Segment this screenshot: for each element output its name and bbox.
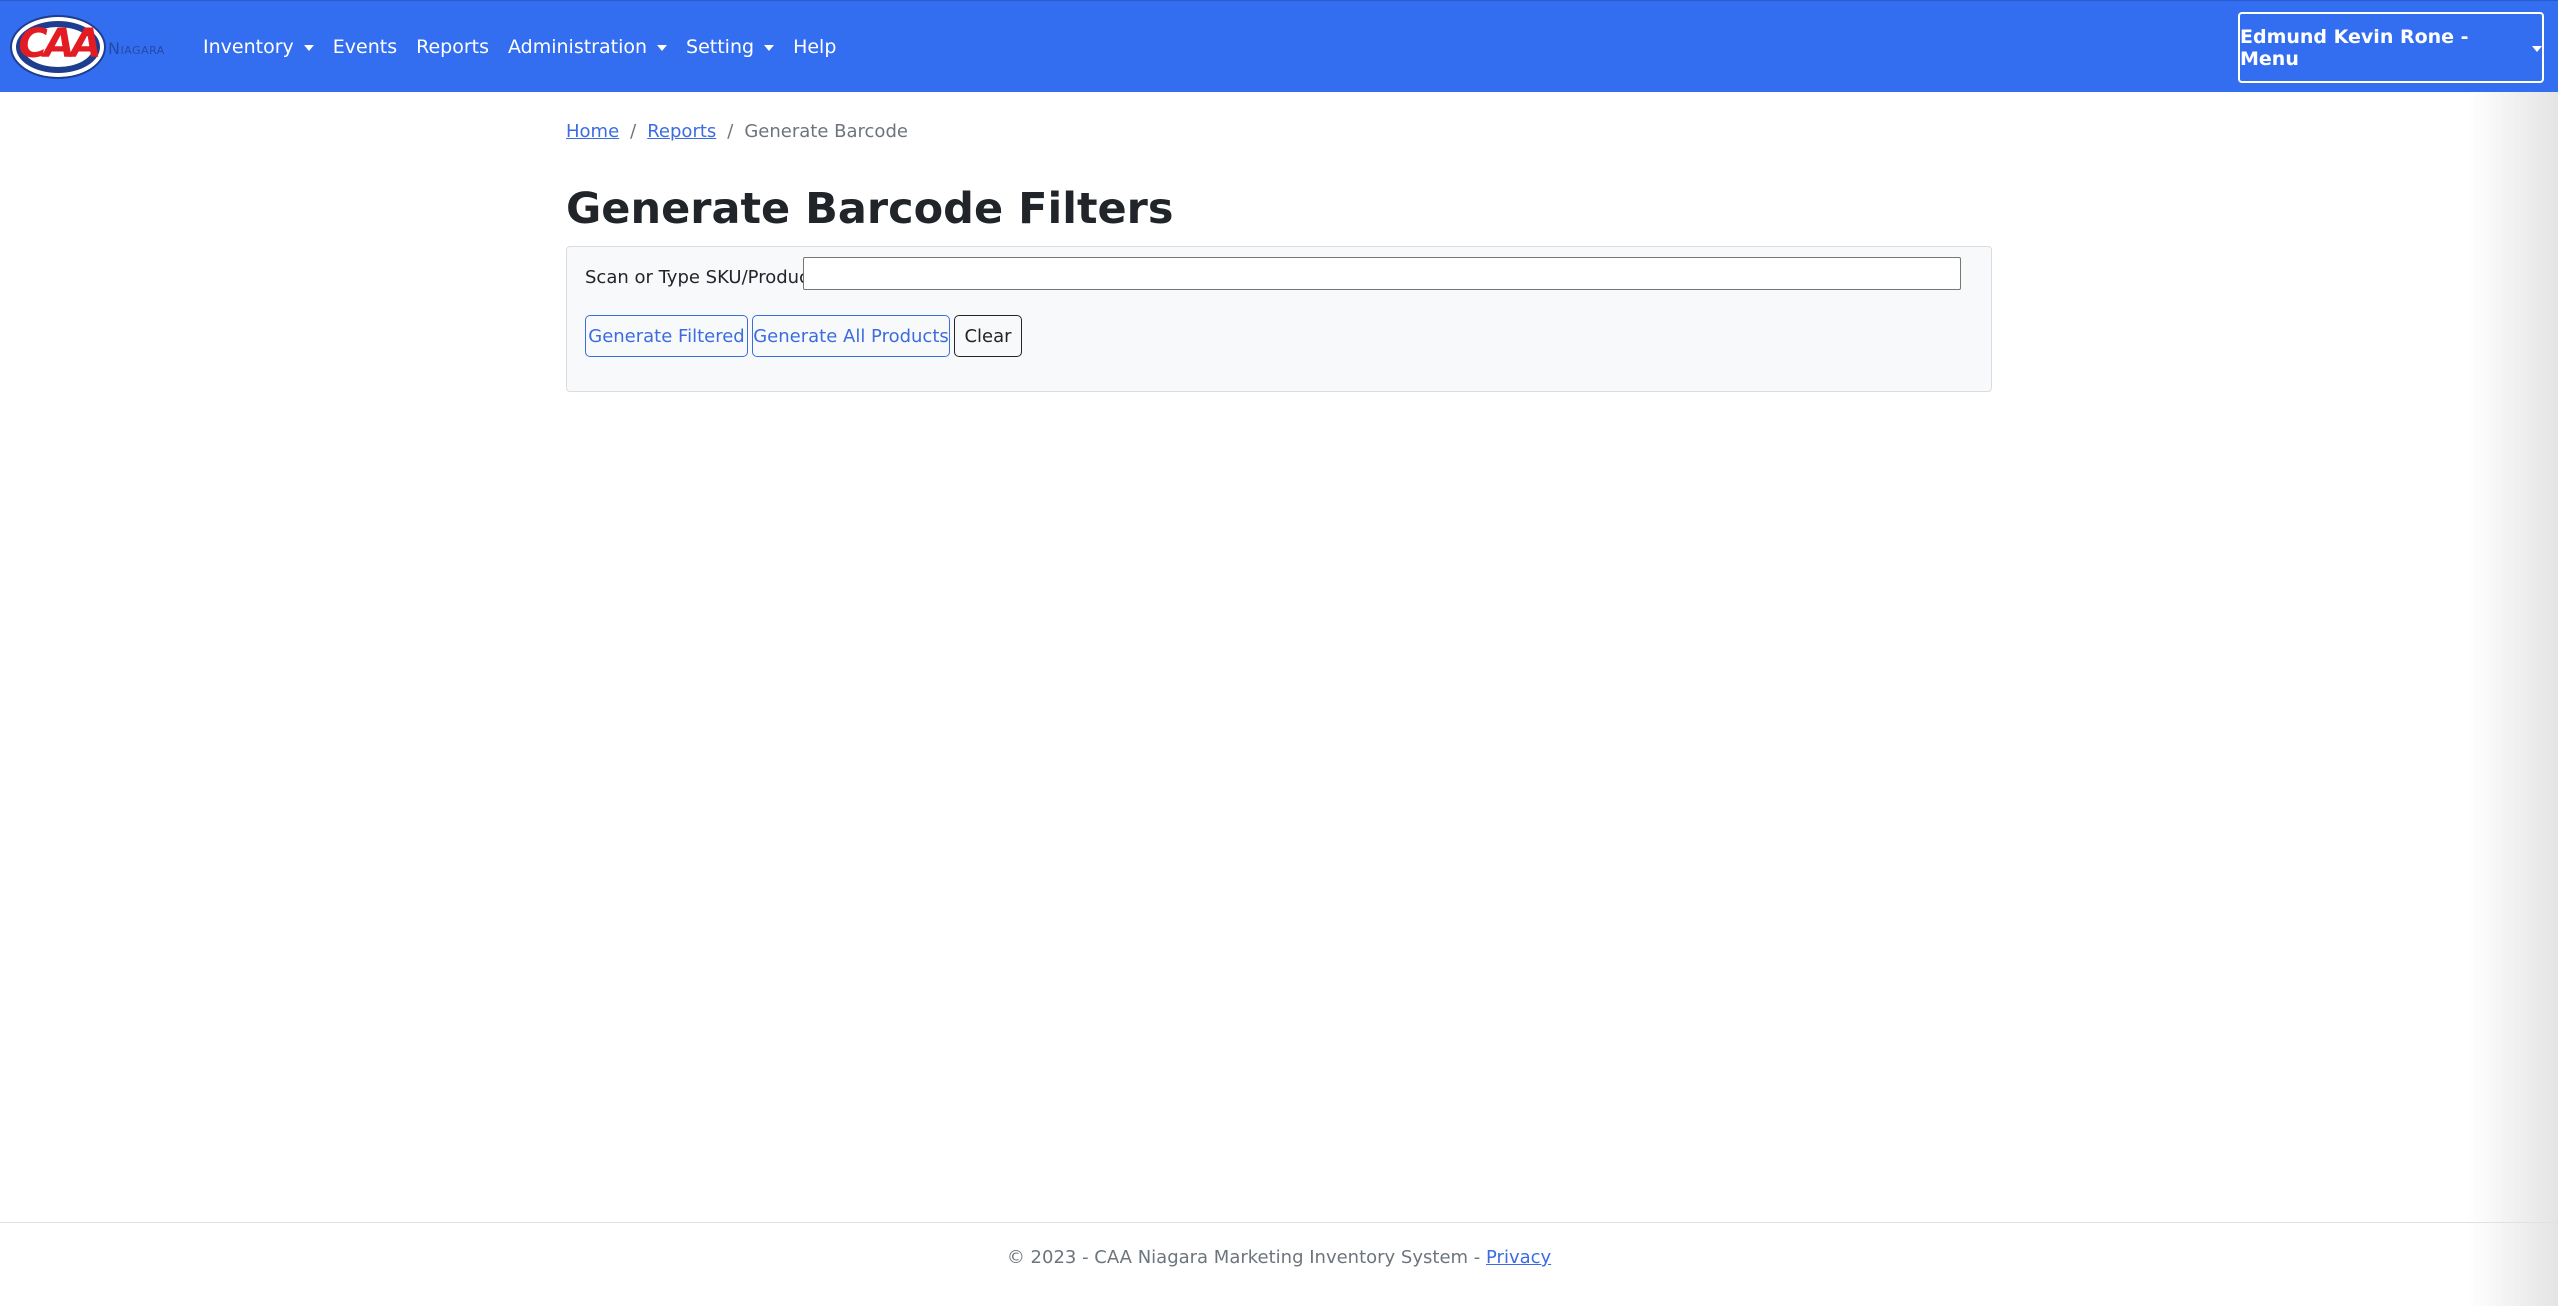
caret-down-icon — [303, 45, 314, 51]
nav-item-reports[interactable]: Reports — [416, 36, 489, 58]
sku-search-input[interactable] — [803, 257, 1961, 290]
breadcrumb-separator: / — [727, 121, 734, 142]
filter-card: Scan or Type SKU/Product: Generate Filte… — [566, 246, 1992, 392]
nav-item-setting[interactable]: Setting — [686, 36, 775, 58]
footer-copyright: © 2023 - CAA Niagara Marketing Inventory… — [1006, 1247, 1486, 1268]
breadcrumb-current: Generate Barcode — [744, 121, 908, 142]
caa-niagara-logo[interactable]: CAA Niagara — [12, 17, 182, 77]
user-menu-label: Edmund Kevin Rone - Menu — [2240, 25, 2469, 70]
clear-button[interactable]: Clear — [954, 315, 1022, 357]
breadcrumb-home-link[interactable]: Home — [566, 121, 619, 142]
top-navbar: CAA Niagara Inventory Events Reports Adm… — [0, 0, 2558, 92]
footer-text-row: © 2023 - CAA Niagara Marketing Inventory… — [0, 1247, 2558, 1268]
page-title: Generate Barcode Filters — [566, 184, 1174, 234]
sku-input-label: Scan or Type SKU/Product: — [585, 267, 823, 288]
caret-down-icon — [764, 45, 775, 51]
breadcrumb: Home / Reports / Generate Barcode — [566, 121, 908, 142]
nav-item-administration[interactable]: Administration — [508, 36, 668, 58]
user-menu-button[interactable]: Edmund Kevin Rone - Menu — [2238, 12, 2544, 83]
nav-item-inventory[interactable]: Inventory — [203, 36, 314, 58]
nav-item-label: Help — [793, 36, 837, 58]
breadcrumb-reports-link[interactable]: Reports — [647, 121, 716, 142]
generate-filtered-button[interactable]: Generate Filtered — [585, 315, 748, 357]
nav-item-label: Administration — [508, 36, 648, 58]
caret-down-icon — [657, 45, 668, 51]
nav-item-label: Events — [332, 36, 398, 58]
nav-item-help[interactable]: Help — [793, 36, 836, 58]
nav-links: Inventory Events Reports Administration … — [203, 1, 855, 93]
nav-item-label: Setting — [686, 36, 755, 58]
breadcrumb-separator: / — [630, 121, 637, 142]
nav-item-label: Inventory — [203, 36, 294, 58]
nav-item-label: Reports — [416, 36, 489, 58]
nav-item-events[interactable]: Events — [333, 36, 397, 58]
logo-text: CAA — [18, 21, 101, 67]
window-edge-shadow — [2468, 92, 2558, 1306]
caret-down-icon — [2532, 45, 2542, 52]
logo-subtext: Niagara — [108, 39, 165, 58]
footer: © 2023 - CAA Niagara Marketing Inventory… — [0, 1222, 2558, 1306]
privacy-link[interactable]: Privacy — [1486, 1247, 1551, 1268]
generate-all-products-button[interactable]: Generate All Products — [752, 315, 950, 357]
